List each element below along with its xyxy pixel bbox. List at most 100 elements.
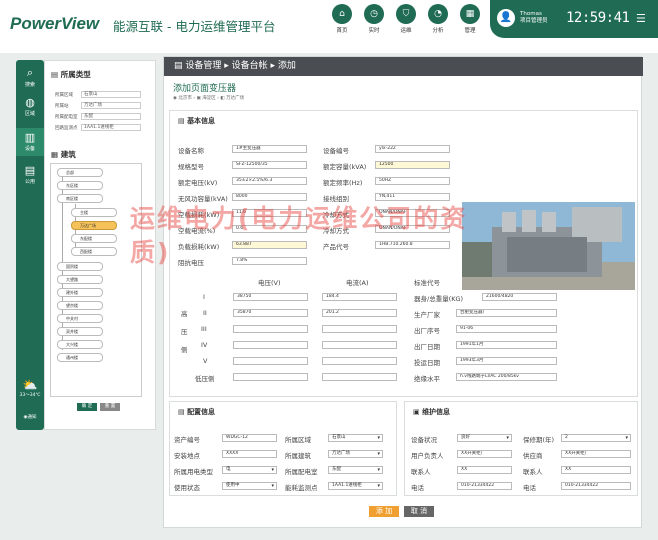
owner-input[interactable]: XX开关柜厂 <box>457 450 512 458</box>
tree-node-selected[interactable]: 万达广场 <box>71 221 117 230</box>
tree-node[interactable]: 中关村 <box>57 314 103 323</box>
frequency-input[interactable]: 50HZ <box>375 177 450 185</box>
device-name-input[interactable]: 1#主变压器 <box>232 145 307 153</box>
supplier-contact-input[interactable]: XX <box>561 466 631 474</box>
left-nav-search[interactable]: ⌕ 搜索 <box>16 66 44 88</box>
main-content: ▤ 设备管理 ▸ 设备台帐 ▸ 添加 添加页面变压器 ◉ 北京市 › ▣ 海淀区… <box>163 56 643 528</box>
current-input[interactable] <box>322 325 397 333</box>
field-label: 设备状况 <box>411 436 437 444</box>
current-input[interactable] <box>322 341 397 349</box>
voltage-input[interactable]: 35870 <box>233 309 308 317</box>
condition-dropdown[interactable]: 良好 <box>457 434 512 442</box>
warranty-dropdown[interactable]: 2 <box>561 434 631 442</box>
left-nav-public[interactable]: ▤ 公用 <box>16 164 44 185</box>
status-dropdown[interactable]: 使用中 <box>222 482 277 490</box>
region-select[interactable]: 石景山 <box>81 91 141 98</box>
capacity-input[interactable]: 8000 <box>232 193 307 201</box>
left-nav-device[interactable]: ▥ 设备 <box>16 128 44 156</box>
tree-icon: ▦ <box>51 150 59 159</box>
current-input[interactable]: 184.4 <box>322 293 397 301</box>
building-dropdown[interactable]: 万达广场 <box>328 450 383 458</box>
region-dropdown[interactable]: 石景山 <box>328 434 383 442</box>
field-label: 所属用电类型 <box>174 468 213 476</box>
home-icon: ⌂ <box>332 4 352 24</box>
wiring-group-input[interactable]: YN,d11 <box>375 193 450 201</box>
nav-analysis[interactable]: ◔ 分析 <box>422 4 454 36</box>
nav-maintenance[interactable]: ⛉ 运维 <box>390 4 422 36</box>
filter-ok-button[interactable]: 确 定 <box>77 403 97 411</box>
tree-node[interactable]: 东区楼 <box>57 181 103 190</box>
supplier-phone-input[interactable]: 010-21334422 <box>561 482 631 490</box>
field-label: 使用状态 <box>174 484 200 492</box>
rated-capacity-input[interactable]: 12500 <box>375 161 450 169</box>
current-input[interactable]: 201.2 <box>322 309 397 317</box>
globe-icon: ◍ <box>25 96 35 109</box>
left-nav: ⌕ 搜索 ◍ 区域 ▥ 设备 ▤ 公用 <box>16 60 44 430</box>
filter-reset-button[interactable]: 重 置 <box>100 403 120 411</box>
breadcrumb: ▤ 设备管理 ▸ 设备台帐 ▸ 添加 <box>164 57 643 76</box>
add-button[interactable]: 添 加 <box>369 506 399 517</box>
device-code-input[interactable]: ylx-222 <box>375 145 450 153</box>
commission-date-input[interactable]: 1993年3月 <box>456 357 557 365</box>
tree-node[interactable]: 总部 <box>57 168 103 177</box>
breadcrumb-item[interactable]: 设备管理 <box>185 61 221 71</box>
tree-node[interactable]: 大兴楼 <box>57 340 103 349</box>
tree-node[interactable]: 望京楼 <box>57 301 103 310</box>
room-select[interactable]: 东配 <box>81 113 141 120</box>
user-box: 👤 Thomas 项目管理员 12:59:41 ☰ <box>490 0 658 38</box>
tree-node[interactable]: 东配楼 <box>71 234 117 243</box>
nav-manage[interactable]: ▦ 管理 <box>454 4 486 36</box>
model-input[interactable]: SFZ-12500/35 <box>232 161 307 169</box>
tree-node[interactable]: 西配楼 <box>71 247 117 256</box>
notice[interactable]: ◉通知 <box>16 414 44 420</box>
tree-node[interactable]: 南区楼 <box>57 194 103 203</box>
current-input[interactable] <box>322 373 397 381</box>
voltage-input[interactable]: 38750 <box>233 293 308 301</box>
cancel-button[interactable]: 取 消 <box>404 506 434 517</box>
manufacturer-input[interactable]: 合肥变压器厂 <box>456 309 557 317</box>
factory-date-input[interactable]: 1991年1月 <box>456 341 557 349</box>
building-tree: 总部 东区楼 南区楼 主楼 万达广场 东配楼 西配楼 国贸楼 大望路 建外楼 望… <box>50 163 142 397</box>
field-label: 规格型号 <box>178 163 204 171</box>
voltage-input[interactable] <box>233 373 308 381</box>
tree-node[interactable]: 建外楼 <box>57 288 103 297</box>
maintenance-title: ▣ 维护信息 <box>413 408 451 416</box>
voltage-input[interactable] <box>233 357 308 365</box>
weight-input[interactable]: 21600/4820 <box>482 293 557 301</box>
serial-input[interactable]: 91-06 <box>456 325 557 333</box>
grid-icon: ▦ <box>460 4 480 24</box>
tree-node[interactable]: 通州楼 <box>57 353 103 362</box>
install-location-input[interactable]: XXXX <box>222 450 277 458</box>
tree-node[interactable]: 双井楼 <box>57 327 103 336</box>
weather-widget: ⛅ 33～34℃ ◉通知 <box>16 378 44 420</box>
rated-voltage-input[interactable]: 35±2×2.5%/6.3 <box>232 177 307 185</box>
point-select[interactable]: 1AA1.1进线柜 <box>81 124 141 131</box>
nav-realtime[interactable]: ◷ 实时 <box>358 4 390 36</box>
watermark: 运维电力(电力运维公司的资质) <box>130 204 468 267</box>
contact-input[interactable]: XX <box>457 466 512 474</box>
station-select[interactable]: 万达广场 <box>81 102 141 109</box>
room-dropdown[interactable]: 东配 <box>328 466 383 474</box>
filter-row: 所属站 万达广场 <box>55 102 141 109</box>
field-label: 安装地点 <box>174 452 200 460</box>
user-avatar-icon[interactable]: 👤 <box>497 9 515 27</box>
tap-label: V <box>203 357 208 365</box>
insulation-input[interactable]: h.v线路端子LI/AC 200/85kv <box>456 373 557 381</box>
asset-number-input[interactable]: WDGC-12 <box>222 434 277 442</box>
voltage-input[interactable] <box>233 325 308 333</box>
field-label: 器身/总重量(KG) <box>414 295 464 303</box>
nav-home[interactable]: ⌂ 首页 <box>326 4 358 36</box>
tree-node[interactable]: 大望路 <box>57 275 103 284</box>
breadcrumb-item[interactable]: 设备台帐 <box>232 61 268 71</box>
supplier-input[interactable]: XX开关柜厂 <box>561 450 631 458</box>
menu-icon[interactable]: ☰ <box>636 12 646 25</box>
power-type-dropdown[interactable]: 电 <box>222 466 277 474</box>
list-icon: ▤ <box>51 70 59 79</box>
tree-node[interactable]: 主楼 <box>71 208 117 217</box>
voltage-input[interactable] <box>233 341 308 349</box>
monitor-point-dropdown[interactable]: 1AA1.1进线柜 <box>328 482 383 490</box>
phone-input[interactable]: 010-21334422 <box>457 482 512 490</box>
left-nav-region[interactable]: ◍ 区域 <box>16 96 44 117</box>
tree-node[interactable]: 国贸楼 <box>57 262 103 271</box>
current-input[interactable] <box>322 357 397 365</box>
